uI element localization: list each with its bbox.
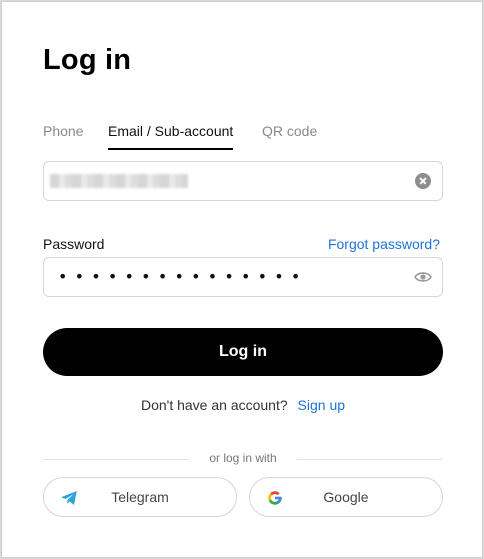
password-label: Password [43, 236, 105, 252]
divider-line-right [297, 459, 443, 460]
social-divider: or log in with [43, 451, 443, 467]
tab-email-sub-account[interactable]: Email / Sub-account [108, 123, 234, 150]
signup-prompt: Don't have an account? Sign up [2, 397, 484, 413]
google-label: Google [323, 489, 369, 505]
login-button[interactable]: Log in [43, 328, 443, 376]
eye-icon[interactable] [414, 270, 432, 284]
email-value-redacted [50, 174, 188, 188]
google-login-button[interactable]: Google [249, 477, 443, 517]
telegram-label: Telegram [111, 489, 169, 505]
tab-qr-code[interactable]: QR code [262, 123, 317, 139]
clear-icon[interactable] [415, 173, 431, 189]
email-field[interactable] [43, 161, 443, 201]
password-masked-value: ••••••••••••••• [58, 267, 308, 286]
login-card: Log in Phone Email / Sub-account QR code… [1, 1, 483, 558]
password-field[interactable]: ••••••••••••••• [43, 257, 443, 297]
divider-text: or log in with [209, 451, 277, 465]
signup-text: Don't have an account? [140, 397, 288, 413]
tab-phone[interactable]: Phone [43, 123, 83, 139]
telegram-login-button[interactable]: Telegram [43, 477, 237, 517]
sign-up-link[interactable]: Sign up [298, 397, 345, 413]
page-title: Log in [43, 44, 132, 76]
forgot-password-link[interactable]: Forgot password? [328, 236, 440, 252]
